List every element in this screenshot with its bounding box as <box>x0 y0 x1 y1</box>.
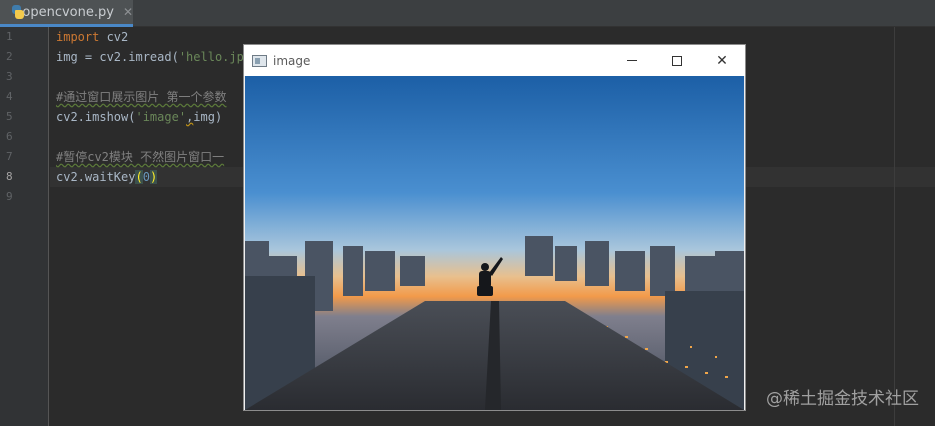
minimize-button[interactable] <box>609 45 655 76</box>
image-window[interactable]: image ✕ <box>243 44 746 411</box>
line-number: 4 <box>6 90 13 103</box>
close-icon: ✕ <box>716 52 728 69</box>
line-number: 1 <box>6 30 13 43</box>
maximize-icon <box>672 55 682 66</box>
editor-tab-bar: opencvone.py ✕ <box>0 0 935 27</box>
code-line-2[interactable]: img = cv2.imread('hello.jpg <box>56 47 251 67</box>
code-line-5[interactable]: cv2.imshow('image',img) <box>56 107 222 127</box>
code-line-4[interactable]: #通过窗口展示图片 第一个参数 <box>56 87 226 107</box>
line-number-gutter: 1 2 3 4 5 6 7 8 9 <box>0 27 49 426</box>
tab-opencvone-py[interactable]: opencvone.py ✕ <box>0 0 133 27</box>
window-title: image <box>273 53 311 68</box>
line-number: 6 <box>6 130 13 143</box>
line-number: 7 <box>6 150 13 163</box>
code-line-7[interactable]: #暂停cv2模块 不然图片窗口一 <box>56 147 224 167</box>
line-number: 2 <box>6 50 13 63</box>
line-number-active: 8 <box>6 170 13 183</box>
maximize-button[interactable] <box>654 45 700 76</box>
python-file-icon <box>11 5 24 19</box>
line-number: 3 <box>6 70 13 83</box>
window-app-icon <box>252 54 267 67</box>
code-line-8[interactable]: cv2.waitKey(0) <box>56 167 158 187</box>
code-line-1[interactable]: import cv2 <box>56 27 128 47</box>
right-margin-guide <box>894 27 895 426</box>
close-tab-icon[interactable]: ✕ <box>123 5 133 19</box>
watermark: @稀土掘金技术社区 <box>766 389 919 409</box>
line-number: 9 <box>6 190 13 203</box>
displayed-image <box>245 76 744 410</box>
window-titlebar[interactable]: image ✕ <box>244 45 745 76</box>
line-number: 5 <box>6 110 13 123</box>
close-button[interactable]: ✕ <box>699 45 745 76</box>
tab-label: opencvone.py <box>22 4 114 20</box>
minimize-icon <box>627 60 637 61</box>
